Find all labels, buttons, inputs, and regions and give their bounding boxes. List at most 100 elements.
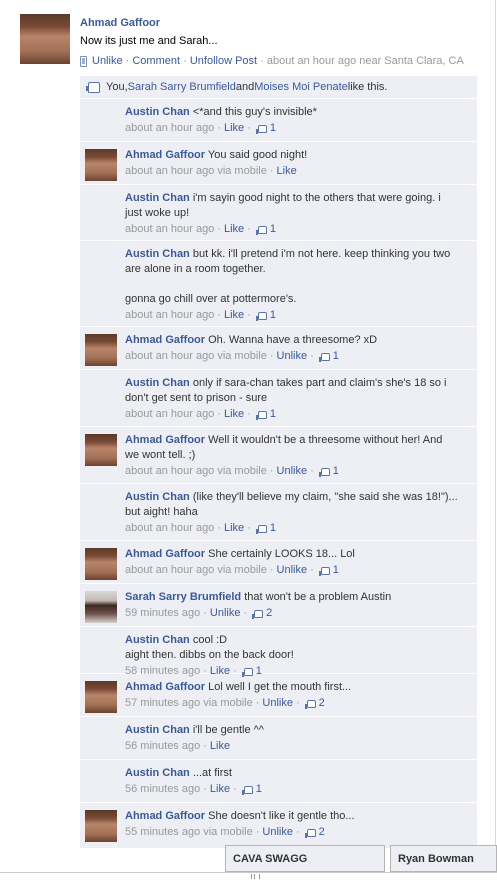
separator-dot: · [217,309,221,321]
comment-like-link[interactable]: Like [277,164,297,179]
comment-meta: 57 minutes ago via mobile · Unlike · 2 [125,696,459,711]
comment-like-link[interactable]: Like [224,407,244,422]
comment-timestamp[interactable]: about an hour ago [125,563,214,578]
via-mobile-label: via mobile [217,350,267,362]
comment-timestamp[interactable]: about an hour ago [125,521,214,536]
comment-text-line: Austin Chan (like they'll believe my cla… [125,490,459,520]
comment-timestamp[interactable]: 59 minutes ago [125,606,200,621]
comment-like-count[interactable]: 2 [319,696,325,711]
comment-like-link[interactable]: Like [224,308,244,323]
comment-body: Ahmad Gaffoor She doesn't like it gentle… [125,809,459,840]
post-actions: Unlike · Comment · Unfollow Post · about… [80,54,464,68]
commenter-name-link[interactable]: Austin Chan [125,377,190,389]
unfollow-post-link[interactable]: Unfollow Post [190,55,257,67]
unlike-post-link[interactable]: Unlike [92,55,123,67]
commenter-name-link[interactable]: Austin Chan [125,767,190,779]
separator-dot: · [217,223,221,235]
commenter-avatar[interactable] [85,591,117,623]
commenter-name-link[interactable]: Austin Chan [125,634,190,646]
comment-like-link[interactable]: Like [210,739,230,754]
commenter-avatar[interactable] [85,149,117,181]
comment-timestamp[interactable]: about an hour ago [125,349,214,364]
commenter-avatar[interactable] [85,810,117,842]
separator-dot: · [269,165,274,177]
comment-timestamp[interactable]: about an hour ago [125,121,214,136]
comment-like-link[interactable]: Unlike [277,563,308,578]
comment-like-count[interactable]: 1 [333,563,339,578]
commenter-avatar[interactable] [85,334,117,366]
liker-link[interactable]: Moises Moi Penate [254,81,348,93]
comment-text-line: Austin Chan but kk. i'll pretend i'm not… [125,247,459,307]
comment-like-count[interactable]: 2 [319,825,325,840]
author-avatar[interactable] [20,14,70,64]
comment-like-count[interactable]: 1 [270,407,276,422]
commenter-name-link[interactable]: Austin Chan [125,724,190,736]
comment-like-count[interactable]: 1 [270,121,276,136]
commenter-avatar[interactable] [85,681,117,713]
comment-like-link[interactable]: Unlike [277,349,308,364]
comment-meta: about an hour ago via mobile · Unlike · 1 [125,464,459,479]
commenter-name-link[interactable]: Ahmad Gaffoor [125,434,205,446]
comment-body: Austin Chan only if sara-chan takes part… [125,376,459,422]
post-author-link[interactable]: Ahmad Gaffoor [80,17,160,29]
commenter-name-link[interactable]: Austin Chan [125,192,190,204]
commenter-name-link[interactable]: Austin Chan [125,248,190,260]
separator-dot: · [296,826,300,838]
comment-item: Austin Chan (like they'll believe my cla… [80,484,477,541]
comment-like-count[interactable]: 1 [256,782,262,797]
commenter-name-link[interactable]: Ahmad Gaffoor [125,810,205,822]
comment-like-link[interactable]: Like [224,121,244,136]
via-mobile-label: via mobile [217,564,267,576]
comment-timestamp[interactable]: 56 minutes ago [125,739,200,754]
comment-meta: 56 minutes ago · Like [125,739,459,754]
separator-dot: · [203,783,207,795]
comment-timestamp[interactable]: about an hour ago [125,407,214,422]
comment-body: Austin Chan cool :D aight then. dibbs on… [125,633,459,679]
comment-timestamp[interactable]: 57 minutes ago [125,696,200,711]
commenter-avatar[interactable] [85,434,117,466]
like-thumb-icon [241,785,253,795]
commenter-name-link[interactable]: Austin Chan [125,491,190,503]
comment-body: Austin Chan i'm sayin good night to the … [125,191,459,237]
liker-link[interactable]: Sarah Sarry Brumfield [128,81,236,93]
comment-like-count[interactable]: 2 [266,606,272,621]
comment-link[interactable]: Comment [132,55,180,67]
chat-tab[interactable]: Ryan Bowman [390,845,497,872]
comment-text-line: Ahmad Gaffoor You said good night! [125,148,459,163]
comment-timestamp[interactable]: about an hour ago [125,164,214,179]
comment-timestamp[interactable]: about an hour ago [125,464,214,479]
comment-meta: about an hour ago via mobile · Unlike · 1 [125,349,459,364]
comment-like-link[interactable]: Like [224,222,244,237]
commenter-name-link[interactable]: Ahmad Gaffoor [125,334,205,346]
comment-text-line: Austin Chan only if sara-chan takes part… [125,376,459,406]
commenter-name-link[interactable]: Ahmad Gaffoor [125,149,205,161]
comment-like-count[interactable]: 1 [270,308,276,323]
comment-like-count[interactable]: 1 [333,349,339,364]
via-mobile-label: via mobile [217,465,267,477]
comment-timestamp[interactable]: 55 minutes ago [125,825,200,840]
comment-like-link[interactable]: Unlike [262,696,293,711]
comment-timestamp[interactable]: 56 minutes ago [125,782,200,797]
comment-text-line: Ahmad Gaffoor Lol well I get the mouth f… [125,680,459,695]
comment-like-count[interactable]: 1 [333,464,339,479]
comment-like-link[interactable]: Like [224,521,244,536]
separator-dot: · [247,223,251,235]
commenter-name-link[interactable]: Ahmad Gaffoor [125,548,205,560]
post-timestamp[interactable]: about an hour ago near Santa Clara, CA [267,55,464,67]
resize-grip-icon[interactable] [251,874,260,879]
commenter-name-link[interactable]: Ahmad Gaffoor [125,681,205,693]
commenter-avatar[interactable] [85,548,117,580]
comment-text: ...at first [192,767,232,779]
commenter-name-link[interactable]: Austin Chan [125,106,190,118]
comment-like-link[interactable]: Unlike [210,606,241,621]
comment-like-count[interactable]: 1 [270,222,276,237]
comment-timestamp[interactable]: about an hour ago [125,222,214,237]
comment-timestamp[interactable]: about an hour ago [125,308,214,323]
separator-dot: · [247,408,251,420]
chat-tab[interactable]: CAVA SWAGG [225,845,385,872]
comment-like-link[interactable]: Unlike [277,464,308,479]
comment-like-link[interactable]: Like [210,782,230,797]
comment-like-count[interactable]: 1 [270,521,276,536]
comment-like-link[interactable]: Unlike [262,825,293,840]
commenter-name-link[interactable]: Sarah Sarry Brumfield [125,591,241,603]
